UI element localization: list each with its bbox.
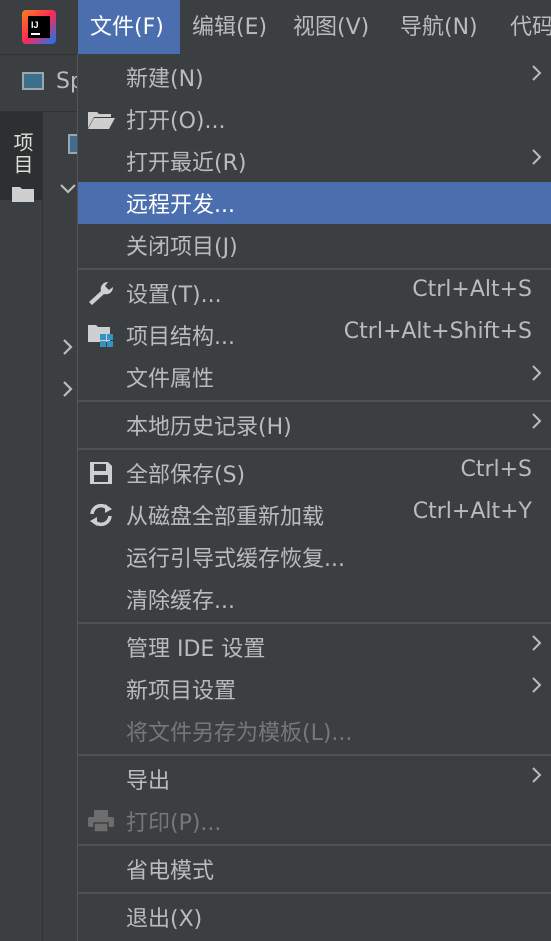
menu-item-label: 退出(X) <box>126 907 203 932</box>
menu-item-reload-all[interactable]: 从磁盘全部重新加载 Ctrl+Alt+Y <box>78 494 551 536</box>
module-icon <box>22 72 44 90</box>
svg-text:IJ: IJ <box>31 20 39 30</box>
menu-item-power-save-mode[interactable]: 省电模式 <box>78 848 551 890</box>
menu-item-close-project[interactable]: 关闭项目(J) <box>78 224 551 266</box>
chevron-right-icon[interactable] <box>61 380 75 398</box>
menu-item-label: 导出 <box>126 769 171 794</box>
menu-separator <box>78 754 551 756</box>
menu-item-label: 打开最近(R) <box>126 151 247 176</box>
menu-item-label: 文件属性 <box>126 367 215 392</box>
menu-item-shortcut: Ctrl+Alt+Y <box>412 499 532 524</box>
folder-icon <box>12 187 34 202</box>
menu-code[interactable]: 代码 <box>510 0 551 54</box>
menu-item-label: 设置(T)... <box>126 283 222 308</box>
menu-item-save-as-template[interactable]: 将文件另存为模板(L)... <box>78 710 551 752</box>
chevron-down-icon[interactable] <box>59 182 77 196</box>
submenu-arrow-icon <box>532 635 542 651</box>
menu-item-print[interactable]: 打印(P)... <box>78 800 551 842</box>
menu-item-shortcut: Ctrl+Alt+S <box>412 277 532 302</box>
project-structure-icon <box>88 325 113 347</box>
menu-item-label: 将文件另存为模板(L)... <box>126 721 353 746</box>
menu-separator <box>78 892 551 894</box>
menu-item-shortcut: Ctrl+S <box>460 457 532 482</box>
menu-file[interactable]: 文件(F) <box>78 0 180 54</box>
menu-item-open[interactable]: 打开(O)... <box>78 98 551 140</box>
menu-item-repair-ide[interactable]: 运行引导式缓存恢复... <box>78 536 551 578</box>
menu-separator <box>78 844 551 846</box>
menu-separator <box>78 622 551 624</box>
wrench-icon <box>89 281 114 305</box>
submenu-arrow-icon <box>532 413 542 429</box>
menu-item-open-recent[interactable]: 打开最近(R) <box>78 140 551 182</box>
menu-item-label: 运行引导式缓存恢复... <box>126 547 345 572</box>
menu-item-label: 新项目设置 <box>126 679 237 704</box>
menu-item-invalidate-caches[interactable]: 清除缓存... <box>78 578 551 620</box>
submenu-arrow-icon <box>532 365 542 381</box>
menu-item-label: 从磁盘全部重新加载 <box>126 505 325 530</box>
menu-item-project-structure[interactable]: 项目结构... Ctrl+Alt+Shift+S <box>78 314 551 356</box>
menu-item-label: 远程开发... <box>126 193 235 218</box>
chevron-right-icon[interactable] <box>61 338 75 356</box>
menu-item-shortcut: Ctrl+Alt+Shift+S <box>343 319 532 344</box>
menu-separator <box>78 448 551 450</box>
menu-separator <box>78 268 551 270</box>
printer-icon <box>88 810 114 833</box>
refresh-icon <box>90 503 112 527</box>
submenu-arrow-icon <box>532 65 542 81</box>
menu-item-label: 项目结构... <box>126 325 235 350</box>
file-menu-dropdown: 新建(N) 打开(O)... 打开最近(R) 远程开发... 关闭项目(J) 设… <box>77 54 551 941</box>
menu-navigate[interactable]: 导航(N) <box>400 0 478 54</box>
menu-item-label: 管理 IDE 设置 <box>126 637 266 662</box>
menu-item-label: 关闭项目(J) <box>126 235 238 260</box>
menu-item-label: 新建(N) <box>126 67 204 92</box>
tool-tab-project-label: 项目 <box>10 132 34 176</box>
intellij-logo-icon[interactable]: IJ <box>22 10 56 44</box>
menu-item-new-project-settings[interactable]: 新项目设置 <box>78 668 551 710</box>
menu-item-new[interactable]: 新建(N) <box>78 56 551 98</box>
menu-item-label: 清除缓存... <box>126 589 235 614</box>
submenu-arrow-icon <box>532 677 542 693</box>
menu-item-manage-ide-settings[interactable]: 管理 IDE 设置 <box>78 626 551 668</box>
menu-item-label: 省电模式 <box>126 859 215 884</box>
submenu-arrow-icon <box>532 767 542 783</box>
tool-window-stripe <box>0 112 43 941</box>
menu-view[interactable]: 视图(V) <box>293 0 369 54</box>
menu-bar: IJ 文件(F) 编辑(E) 视图(V) 导航(N) 代码 <box>0 0 551 55</box>
menu-item-exit[interactable]: 退出(X) <box>78 896 551 938</box>
menu-item-label: 全部保存(S) <box>126 463 246 488</box>
menu-item-label: 本地历史记录(H) <box>126 415 292 440</box>
menu-item-remote-development[interactable]: 远程开发... <box>78 182 551 224</box>
menu-item-label: 打印(P)... <box>126 811 222 836</box>
menu-item-label: 打开(O)... <box>126 109 226 134</box>
menu-item-settings[interactable]: 设置(T)... Ctrl+Alt+S <box>78 272 551 314</box>
submenu-arrow-icon <box>532 149 542 165</box>
menu-item-file-properties[interactable]: 文件属性 <box>78 356 551 398</box>
menu-edit[interactable]: 编辑(E) <box>192 0 267 54</box>
open-folder-icon <box>88 112 115 129</box>
menu-separator <box>78 400 551 402</box>
menu-item-save-all[interactable]: 全部保存(S) Ctrl+S <box>78 452 551 494</box>
menu-item-local-history[interactable]: 本地历史记录(H) <box>78 404 551 446</box>
menu-item-export[interactable]: 导出 <box>78 758 551 800</box>
save-floppy-icon <box>90 462 112 484</box>
